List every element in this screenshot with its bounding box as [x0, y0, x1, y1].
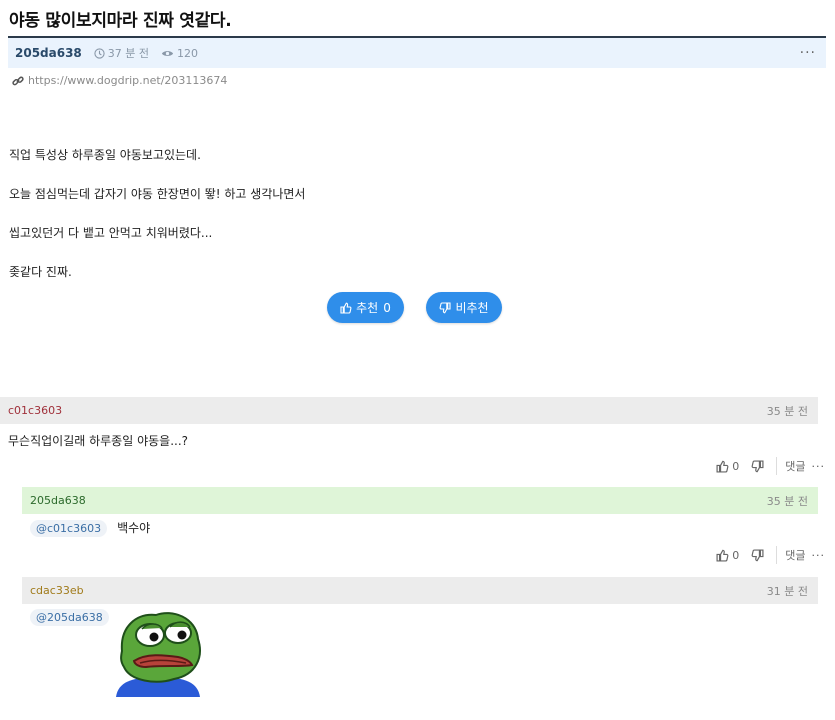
- post-paragraph: 씹고있던거 다 뱉고 안먹고 치워버렸다...: [9, 226, 213, 240]
- post-paragraph: 직업 특성상 하루종일 야동보고있는데.: [9, 148, 201, 162]
- comment-dislike-button[interactable]: [751, 548, 764, 562]
- post-more-button[interactable]: ···: [800, 45, 816, 61]
- post-time-text: 37 분 전: [107, 47, 150, 60]
- comment-header: c01c3603 35 분 전: [0, 397, 818, 424]
- clock-icon: [94, 47, 105, 59]
- post-title: 야동 많이보지마라 진짜 엿같다.: [9, 11, 232, 31]
- mention-tag[interactable]: @c01c3603: [30, 520, 108, 537]
- comment-more-button[interactable]: ···: [812, 460, 826, 473]
- comment-like-count: 0: [732, 459, 740, 473]
- reply-header: cdac33eb 31 분 전: [22, 577, 818, 604]
- downvote-button[interactable]: 비추천: [426, 292, 502, 323]
- comment-text: @205da638: [30, 609, 119, 626]
- upvote-count: 0: [383, 300, 391, 315]
- thumbs-down-icon: [751, 459, 764, 472]
- post-views: 120: [161, 47, 198, 60]
- downvote-label: 비추천: [455, 301, 489, 315]
- thumbs-up-icon: [716, 549, 729, 562]
- comment-time: 35 분 전: [766, 404, 808, 418]
- frog-sticker: [112, 605, 204, 697]
- reply-header: 205da638 35 분 전: [22, 487, 818, 514]
- comment-actions: 0 댓글 ···: [716, 457, 825, 475]
- reply-button[interactable]: 댓글: [785, 547, 805, 563]
- comment-more-button[interactable]: ···: [812, 549, 826, 562]
- action-divider: [776, 546, 778, 564]
- comment-actions: 0 댓글 ···: [716, 546, 825, 564]
- thumbs-up-icon: [340, 302, 352, 314]
- comment-like-button[interactable]: 0: [716, 460, 739, 473]
- comment-like-count: 0: [732, 548, 740, 562]
- comment-dislike-button[interactable]: [751, 459, 764, 473]
- link-icon: [12, 76, 24, 85]
- comment-time: 31 분 전: [766, 584, 808, 598]
- post-paragraph: 좆같다 진짜.: [9, 265, 72, 279]
- comment-text: @c01c3603 백수야: [30, 519, 150, 537]
- comment-text: 무슨직업이길래 하루종일 야동을...?: [8, 434, 189, 448]
- post-meta-bar: 205da638 37 분 전 120 ···: [8, 38, 826, 68]
- action-divider: [776, 457, 778, 475]
- thumbs-up-icon: [716, 460, 729, 473]
- comment-like-button[interactable]: 0: [716, 549, 739, 562]
- upvote-button[interactable]: 추천 0: [327, 292, 404, 323]
- comment-time: 35 분 전: [766, 494, 808, 508]
- thumbs-down-icon: [439, 301, 451, 313]
- eye-icon: [161, 50, 174, 56]
- reply-button[interactable]: 댓글: [785, 458, 805, 474]
- post-link[interactable]: https://www.dogdrip.net/203113674: [12, 74, 227, 87]
- post-time: 37 분 전: [94, 45, 149, 61]
- comment-body: 백수야: [117, 521, 151, 535]
- comment-author[interactable]: cdac33eb: [22, 584, 84, 597]
- post-author[interactable]: 205da638: [15, 46, 82, 60]
- post-views-count: 120: [177, 46, 199, 60]
- post-paragraph: 오늘 점심먹는데 갑자기 야동 한장면이 뙇! 하고 생각나면서: [9, 187, 306, 201]
- comment-author[interactable]: 205da638: [22, 494, 86, 507]
- comment-author[interactable]: c01c3603: [0, 404, 62, 417]
- post-url[interactable]: https://www.dogdrip.net/203113674: [28, 74, 227, 87]
- mention-tag[interactable]: @205da638: [30, 609, 109, 626]
- upvote-label: 추천: [356, 301, 379, 315]
- thumbs-down-icon: [751, 548, 764, 561]
